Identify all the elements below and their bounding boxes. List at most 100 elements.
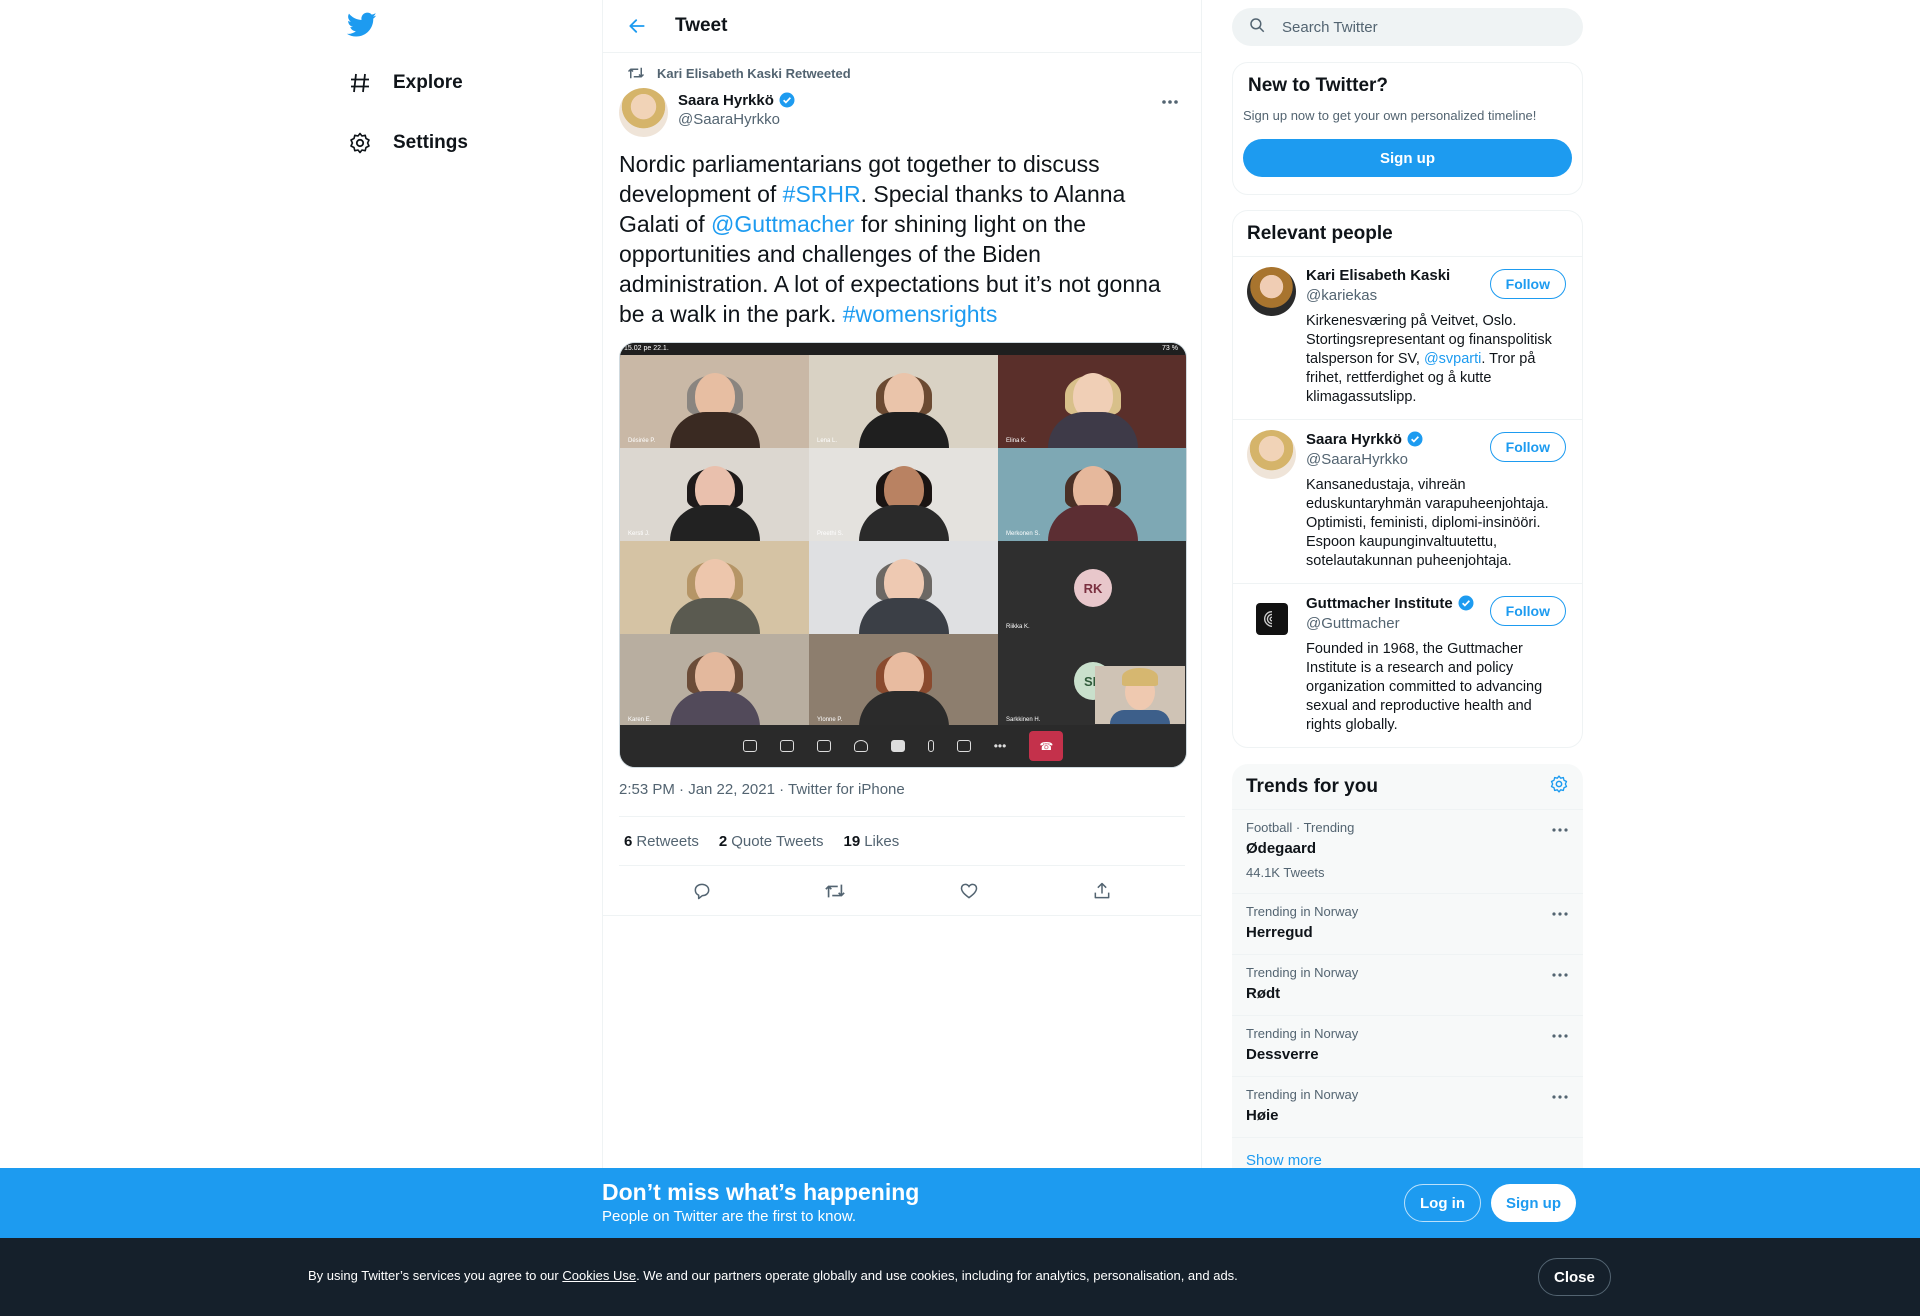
video-tile-name: Karen E. <box>628 717 652 723</box>
more-options-icon[interactable] <box>1551 1087 1569 1105</box>
tweet-media-image[interactable]: 15.02 pe 22.1. 73 % Désirée P. Lena L. E… <box>619 342 1187 768</box>
trend-context: Trending in Norway <box>1246 1087 1359 1102</box>
trend-item[interactable]: Trending in Norway Rødt <box>1232 955 1583 1016</box>
video-tile-name: Kersti J. <box>628 531 650 537</box>
author-handle[interactable]: @SaaraHyrkko <box>678 111 796 128</box>
hang-up-icon: ☎ <box>1029 731 1064 761</box>
media-status-battery: 73 % <box>1162 345 1178 352</box>
new-to-twitter-card: New to Twitter? Sign up now to get your … <box>1232 62 1583 195</box>
chat-icon <box>742 740 757 752</box>
avatar[interactable] <box>619 88 668 137</box>
avatar[interactable] <box>1247 430 1296 479</box>
retweets-label: Retweets <box>636 832 699 850</box>
trend-item[interactable]: Trending in Norway Høie <box>1232 1077 1583 1138</box>
sign-up-button[interactable]: Sign up <box>1243 139 1572 177</box>
quotes-count: 2 <box>718 832 728 850</box>
banner-sign-up-button[interactable]: Sign up <box>1491 1184 1576 1222</box>
like-heart-icon[interactable] <box>951 873 987 909</box>
media-status-bar: 15.02 pe 22.1. 73 % <box>620 343 1186 355</box>
cookies-use-link[interactable]: Cookies Use <box>562 1268 636 1283</box>
tweet-text: Nordic parliamentarians got together to … <box>619 149 1184 329</box>
likes-label: Likes <box>864 832 900 850</box>
hashtag-icon <box>345 68 375 98</box>
trend-name: Ødegaard <box>1246 840 1317 857</box>
mention-link[interactable]: @Guttmacher <box>711 211 855 237</box>
hashtag-link[interactable]: #SRHR <box>783 181 861 207</box>
video-tile <box>809 541 998 634</box>
avatar[interactable] <box>1247 267 1296 316</box>
back-arrow-icon[interactable] <box>619 8 655 44</box>
video-tile: Karen E. <box>620 634 809 727</box>
trend-count: 44.1K Tweets <box>1246 865 1325 880</box>
trend-context: Trending in Norway <box>1246 1026 1359 1041</box>
retweets-stat[interactable]: 6 Retweets <box>624 833 699 850</box>
video-tile: SH Sarkkinen H. <box>998 634 1186 727</box>
banner-title: Don’t miss what’s happening <box>602 1179 920 1205</box>
follow-button[interactable]: Follow <box>1489 596 1566 626</box>
new-to-twitter-subtitle: Sign up now to get your own personalized… <box>1243 108 1537 123</box>
share-screen-icon <box>816 740 831 752</box>
gear-icon <box>345 128 375 158</box>
person-bio: Founded in 1968, the Guttmacher Institut… <box>1306 641 1543 733</box>
retweet-action-icon[interactable] <box>817 873 853 909</box>
signup-banner: Don’t miss what’s happening People on Tw… <box>0 1168 1920 1238</box>
cookie-text: By using Twitter’s services you agree to… <box>308 1268 1238 1283</box>
video-tile-name: Preethi S. <box>817 531 844 537</box>
trend-item[interactable]: Trending in Norway Herregud <box>1232 894 1583 955</box>
follow-button[interactable]: Follow <box>1489 269 1566 299</box>
settings-gear-icon[interactable] <box>1549 774 1569 799</box>
video-tile-name: Lena L. <box>817 438 838 444</box>
search-input[interactable] <box>1282 18 1542 36</box>
more-options-icon[interactable] <box>1551 820 1569 838</box>
more-options-icon[interactable] <box>1551 904 1569 922</box>
cookie-consent-bar: By using Twitter’s services you agree to… <box>0 1238 1920 1316</box>
video-tile-name: Merkonen S. <box>1006 531 1041 537</box>
video-tile-name: Elina K. <box>1006 438 1027 444</box>
twitter-logo-icon[interactable] <box>346 12 381 42</box>
tweet-column: Tweet Kari Elisabeth Kaski Retweeted Saa… <box>602 0 1202 1316</box>
trend-context: Football · Trending <box>1246 820 1355 835</box>
nav-item-explore[interactable]: Explore <box>345 63 463 103</box>
mention-link[interactable]: @svparti <box>1424 351 1481 367</box>
video-tile: Lena L. <box>809 355 998 448</box>
video-tile: Désirée P. <box>620 355 809 448</box>
person-name-text: Guttmacher Institute <box>1306 594 1453 612</box>
person-item[interactable]: Saara Hyrkkö @SaaraHyrkko Kansanedustaja… <box>1233 420 1582 584</box>
avatar[interactable] <box>1247 594 1296 643</box>
nav-item-settings[interactable]: Settings <box>345 123 468 163</box>
close-button[interactable]: Close <box>1538 1258 1611 1296</box>
share-icon[interactable] <box>1084 873 1120 909</box>
tweet-source[interactable]: Twitter for iPhone <box>788 781 905 798</box>
tweet-actions <box>603 866 1201 916</box>
trend-name: Herregud <box>1246 924 1313 941</box>
trend-item[interactable]: Football · Trending Ødegaard 44.1K Tweet… <box>1232 810 1583 894</box>
likes-count: 19 <box>843 832 861 850</box>
more-options-icon[interactable] <box>1551 1026 1569 1044</box>
person-item[interactable]: Kari Elisabeth Kaski @kariekas Kirkenesv… <box>1233 257 1582 420</box>
likes-stat[interactable]: 19 Likes <box>844 833 900 850</box>
quote-tweets-stat[interactable]: 2 Quote Tweets <box>719 833 824 850</box>
search-box[interactable] <box>1232 8 1583 46</box>
media-status-time: 15.02 pe 22.1. <box>624 345 669 352</box>
microphone-icon <box>927 740 934 752</box>
trend-name: Høie <box>1246 1107 1279 1124</box>
reply-icon[interactable] <box>684 873 720 909</box>
retweet-context[interactable]: Kari Elisabeth Kaski Retweeted <box>619 64 1185 82</box>
person-bio: Kirkenesværing på Veitvet, Oslo. Stortin… <box>1306 312 1566 407</box>
person-item[interactable]: Guttmacher Institute @Guttmacher Founded… <box>1233 584 1582 747</box>
log-in-button[interactable]: Log in <box>1404 1184 1481 1222</box>
call-controls-bar: ••• ☎ <box>620 725 1186 767</box>
tweet-header: Tweet <box>603 0 1201 53</box>
hashtag-link[interactable]: #womensrights <box>843 301 998 327</box>
video-tile: RK Riikka K. <box>998 541 1186 634</box>
tweet-timestamp[interactable]: 2:53 PM · Jan 22, 2021 <box>619 781 775 798</box>
tweet-author: Saara Hyrkkö @SaaraHyrkko <box>619 88 1185 140</box>
author-name[interactable]: Saara Hyrkkö <box>678 91 796 109</box>
trend-context: Trending in Norway <box>1246 904 1359 919</box>
more-options-icon[interactable] <box>1551 965 1569 983</box>
follow-button[interactable]: Follow <box>1489 432 1566 462</box>
video-tile <box>620 541 809 634</box>
more-options-icon[interactable] <box>1155 90 1185 114</box>
trends-title: Trends for you <box>1246 775 1378 797</box>
trend-item[interactable]: Trending in Norway Dessverre <box>1232 1016 1583 1077</box>
